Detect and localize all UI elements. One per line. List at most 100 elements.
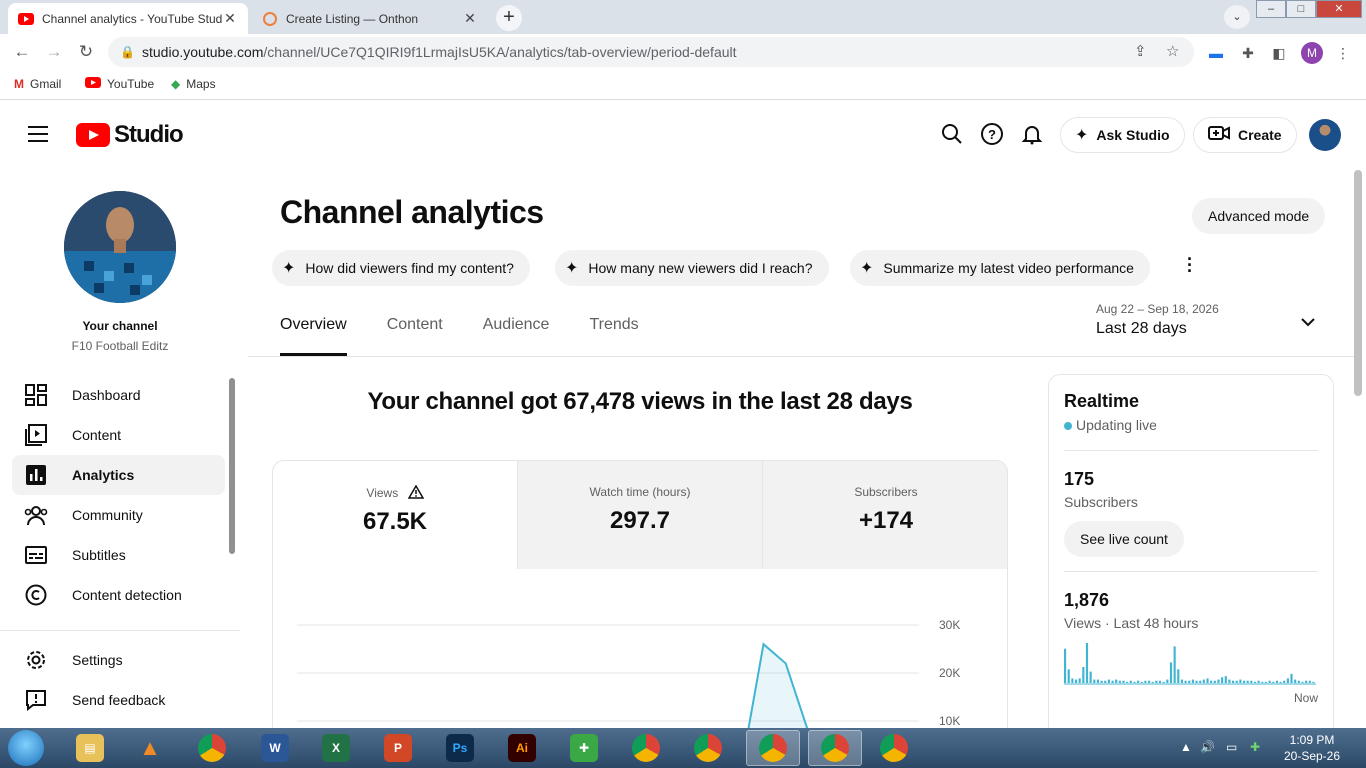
advanced-mode-button[interactable]: Advanced mode xyxy=(1192,198,1326,234)
see-live-count-button[interactable]: See live count xyxy=(1064,521,1184,557)
realtime-bar xyxy=(1297,680,1300,683)
sidebar-scrollbar[interactable] xyxy=(229,378,235,554)
taskbar-chrome-profile[interactable] xyxy=(808,730,862,766)
puzzle-extensions-icon[interactable]: ✚ xyxy=(1239,44,1257,62)
realtime-bar xyxy=(1104,680,1107,683)
more-options-icon[interactable]: · · · xyxy=(1184,250,1196,280)
chevron-down-icon[interactable] xyxy=(1300,314,1316,330)
account-avatar[interactable] xyxy=(1309,119,1341,151)
taskbar-word[interactable]: W xyxy=(253,730,297,766)
security-tray-icon[interactable]: ✚ xyxy=(1250,740,1260,754)
taskbar-chrome-profile[interactable] xyxy=(746,730,800,766)
youtube-favicon-icon xyxy=(18,11,34,27)
tab-content[interactable]: Content xyxy=(387,316,443,356)
taskbar-chrome-profile[interactable] xyxy=(624,730,668,766)
metric-views[interactable]: Views 67.5K xyxy=(273,461,518,569)
create-button[interactable]: Create xyxy=(1193,117,1297,153)
tab-audience[interactable]: Audience xyxy=(483,316,550,356)
browser-tab[interactable]: Create Listing — Onthon ✕ xyxy=(252,3,488,34)
metric-watch-time[interactable]: Watch time (hours) 297.7 xyxy=(518,461,763,569)
taskbar-vlc[interactable]: ▲ xyxy=(128,730,172,766)
close-window-button[interactable]: ✕ xyxy=(1316,0,1362,18)
studio-logo[interactable]: Studio xyxy=(76,121,184,149)
taskbar-chrome-profile[interactable] xyxy=(872,730,916,766)
bookmark-maps[interactable]: ◆ Maps xyxy=(171,77,216,91)
metric-value: 297.7 xyxy=(609,507,671,534)
taskbar-chrome[interactable] xyxy=(190,730,234,766)
reload-icon[interactable]: ↻ xyxy=(76,42,96,62)
taskbar-explorer[interactable]: ▤ xyxy=(68,730,112,766)
bookmark-gmail[interactable]: M Gmail xyxy=(14,77,61,91)
search-icon[interactable] xyxy=(940,122,964,146)
tab-overview[interactable]: Overview xyxy=(280,316,347,356)
new-tab-button[interactable]: + xyxy=(496,5,522,31)
notifications-bell-icon[interactable] xyxy=(1020,122,1044,146)
taskbar-photoshop[interactable]: Ps xyxy=(438,730,482,766)
bookmark-star-icon[interactable]: ☆ xyxy=(1166,37,1179,67)
network-icon[interactable]: ▭ xyxy=(1226,740,1237,754)
tab-close-icon[interactable]: ✕ xyxy=(222,10,238,27)
browser-menu-icon[interactable]: ⋮ xyxy=(1334,44,1352,62)
sidebar-item-send-feedback[interactable]: Send feedback xyxy=(12,680,225,720)
realtime-bar xyxy=(1137,680,1140,683)
suggestion-chip[interactable]: ✦ How did viewers find my content? xyxy=(272,250,530,286)
browser-tab-active[interactable]: Channel analytics - YouTube Studio ✕ xyxy=(8,3,248,34)
realtime-bar xyxy=(1129,680,1132,683)
windows-start-button[interactable] xyxy=(8,730,44,766)
sparkle-icon: ✦ xyxy=(282,260,296,277)
sidebar-item-community[interactable]: Community xyxy=(12,495,225,535)
suggestion-chip[interactable]: ✦ Summarize my latest video performance xyxy=(850,250,1150,286)
volume-icon[interactable]: 🔊 xyxy=(1200,740,1215,754)
realtime-bar xyxy=(1272,681,1275,683)
metric-subscribers[interactable]: Subscribers +174 xyxy=(763,461,1007,569)
taskbar-excel[interactable]: X xyxy=(314,730,358,766)
sidebar-item-subtitles[interactable]: Subtitles xyxy=(12,535,225,575)
realtime-bar xyxy=(1126,681,1129,683)
realtime-bar xyxy=(1213,680,1216,683)
taskbar-powerpoint[interactable]: P xyxy=(376,730,420,766)
realtime-bar xyxy=(1217,679,1220,683)
realtime-bar xyxy=(1144,680,1147,683)
help-icon[interactable]: ? xyxy=(980,122,1004,146)
back-arrow-icon[interactable]: ← xyxy=(12,42,32,62)
system-clock[interactable]: 1:09 PM 20-Sep-26 xyxy=(1280,732,1344,764)
sidebar-item-dashboard[interactable]: Dashboard xyxy=(12,375,225,415)
date-range-picker[interactable]: Aug 22 – Sep 18, 2026 Last 28 days xyxy=(1096,302,1219,338)
sidebar-item-settings[interactable]: Settings xyxy=(12,640,225,680)
hamburger-menu-icon[interactable] xyxy=(28,126,48,142)
tabs-divider xyxy=(248,356,1354,357)
maps-icon: ◆ xyxy=(171,77,181,91)
realtime-bar xyxy=(1122,680,1125,683)
sidebar-item-content[interactable]: Content xyxy=(12,415,225,455)
realtime-bar xyxy=(1085,643,1089,683)
address-bar[interactable]: 🔒 studio.youtube.com/channel/UCe7Q1QIRI9… xyxy=(108,37,1194,67)
metric-label-text: Views xyxy=(366,486,399,500)
share-icon[interactable]: ⇪ xyxy=(1134,37,1147,67)
extension-icon[interactable]: ▬ xyxy=(1207,44,1225,62)
realtime-bar xyxy=(1210,680,1213,683)
svg-text:?: ? xyxy=(988,127,996,142)
create-label: Create xyxy=(1238,127,1282,143)
sidebar-item-content-detection[interactable]: Content detection xyxy=(12,575,225,615)
forward-arrow-icon[interactable]: → xyxy=(44,42,64,62)
page-scrollbar[interactable] xyxy=(1354,170,1362,396)
tab-trends[interactable]: Trends xyxy=(589,316,638,356)
channel-avatar[interactable] xyxy=(64,191,176,303)
sidebar-item-analytics[interactable]: Analytics xyxy=(12,455,225,495)
taskbar-illustrator[interactable]: Ai xyxy=(500,730,544,766)
ask-studio-button[interactable]: ✦ Ask Studio xyxy=(1060,117,1185,153)
tray-arrow-icon[interactable]: ▲ xyxy=(1180,740,1192,754)
realtime-bar xyxy=(1148,680,1151,683)
taskbar-chrome-profile[interactable] xyxy=(686,730,730,766)
suggestion-chip[interactable]: ✦ How many new viewers did I reach? xyxy=(555,250,829,286)
bookmark-youtube[interactable]: YouTube xyxy=(85,77,154,91)
realtime-bar xyxy=(1279,681,1282,683)
maximize-button[interactable]: □ xyxy=(1286,0,1316,18)
side-panel-icon[interactable]: ◧ xyxy=(1270,44,1288,62)
minimize-button[interactable]: – xyxy=(1256,0,1286,18)
browser-profile-avatar[interactable]: M xyxy=(1301,42,1323,64)
ask-studio-label: Ask Studio xyxy=(1096,127,1170,143)
taskbar-security[interactable]: ✚ xyxy=(562,730,606,766)
tab-close-icon[interactable]: ✕ xyxy=(462,10,478,27)
tab-search-icon[interactable]: ⌄ xyxy=(1224,5,1250,29)
